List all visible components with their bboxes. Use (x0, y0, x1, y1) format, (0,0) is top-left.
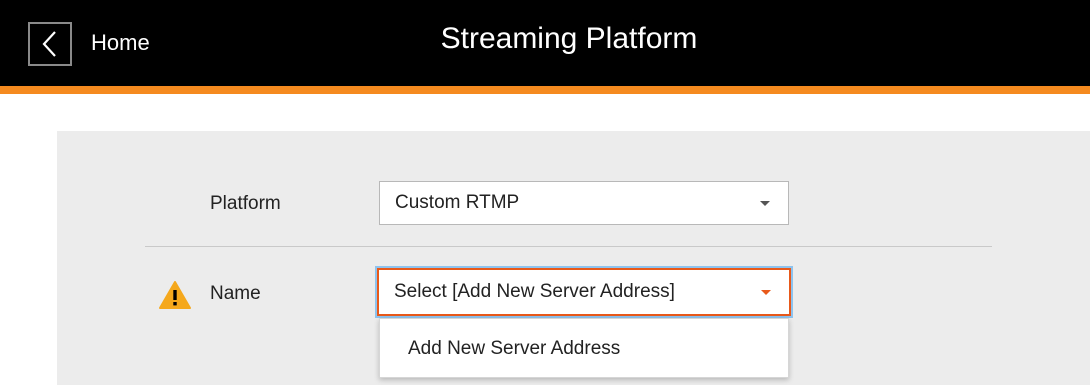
caret-down-icon (760, 201, 770, 206)
header-accent-bar (0, 86, 1090, 94)
name-select[interactable]: Select [Add New Server Address] (377, 268, 791, 316)
platform-label: Platform (210, 193, 281, 214)
row-divider (145, 246, 992, 247)
name-label: Name (210, 283, 261, 304)
dropdown-option-add-new-server-address[interactable]: Add New Server Address (380, 319, 788, 379)
name-dropdown-menu: Add New Server Address (379, 318, 789, 378)
app-header: Home Streaming Platform (0, 0, 1090, 86)
warning-icon (159, 281, 191, 309)
name-select-value: Select [Add New Server Address] (394, 281, 675, 302)
platform-select-value: Custom RTMP (395, 192, 520, 213)
page-title: Streaming Platform (440, 22, 698, 55)
caret-down-icon (761, 290, 771, 295)
platform-select[interactable]: Custom RTMP (379, 181, 789, 225)
